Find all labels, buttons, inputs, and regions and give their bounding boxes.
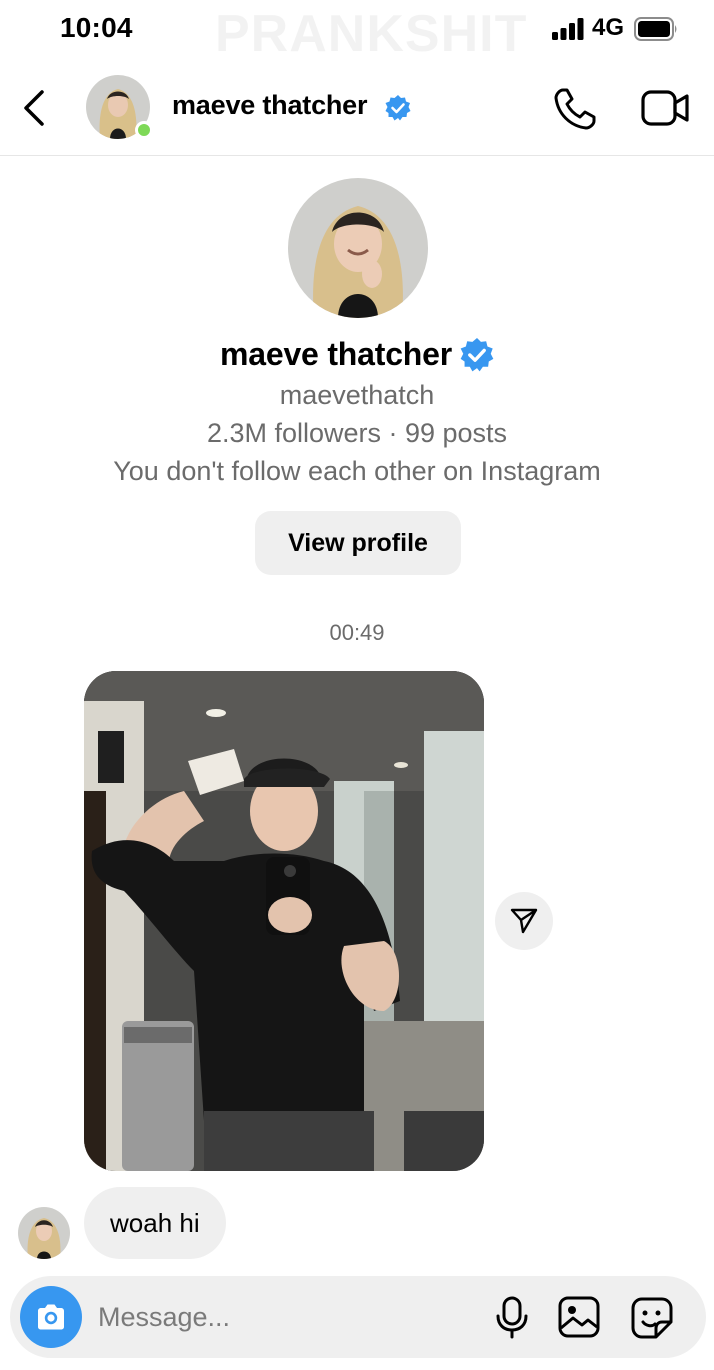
camera-icon [38, 1304, 64, 1330]
phone-icon[interactable] [552, 86, 598, 132]
online-status-dot [135, 121, 153, 139]
profile-username: maevethatch [279, 380, 435, 410]
back-icon[interactable] [18, 84, 52, 132]
status-bar: 10:04 PRANKSHIT 4G [0, 0, 714, 63]
battery-icon [634, 17, 677, 41]
gallery-icon[interactable] [558, 1296, 600, 1338]
header-avatar[interactable] [86, 75, 153, 139]
mirror-selfie-photo [84, 671, 484, 1171]
chat-header: maeve thatcher [0, 62, 714, 156]
camera-button[interactable] [20, 1286, 82, 1348]
message-input[interactable] [98, 1294, 478, 1340]
verified-badge-icon [385, 95, 411, 121]
sticker-icon[interactable] [630, 1296, 674, 1340]
view-profile-button[interactable]: View profile [255, 511, 461, 575]
verified-badge-icon [460, 337, 494, 371]
profile-avatar[interactable] [288, 178, 428, 318]
share-button[interactable] [495, 892, 553, 950]
signal-icon [552, 18, 584, 40]
photo-message[interactable] [84, 671, 484, 1171]
profile-name: maeve thatcher [220, 336, 452, 372]
watermark: PRANKSHIT [215, 5, 528, 63]
sender-avatar[interactable] [18, 1207, 70, 1259]
message-timestamp: 00:49 [329, 620, 385, 645]
message-composer [10, 1276, 706, 1358]
profile-name-row: maeve thatcher [0, 336, 714, 373]
status-time: 10:04 [60, 12, 133, 43]
microphone-icon[interactable] [494, 1296, 530, 1340]
follow-status: You don't follow each other on Instagram [113, 456, 601, 486]
header-contact-name[interactable]: maeve thatcher [172, 90, 367, 121]
profile-stats: 2.3M followers · 99 posts [206, 418, 508, 448]
text-message[interactable]: woah hi [84, 1187, 226, 1259]
send-icon [510, 908, 538, 934]
network-type: 4G [592, 14, 625, 41]
video-camera-icon[interactable] [640, 87, 692, 129]
